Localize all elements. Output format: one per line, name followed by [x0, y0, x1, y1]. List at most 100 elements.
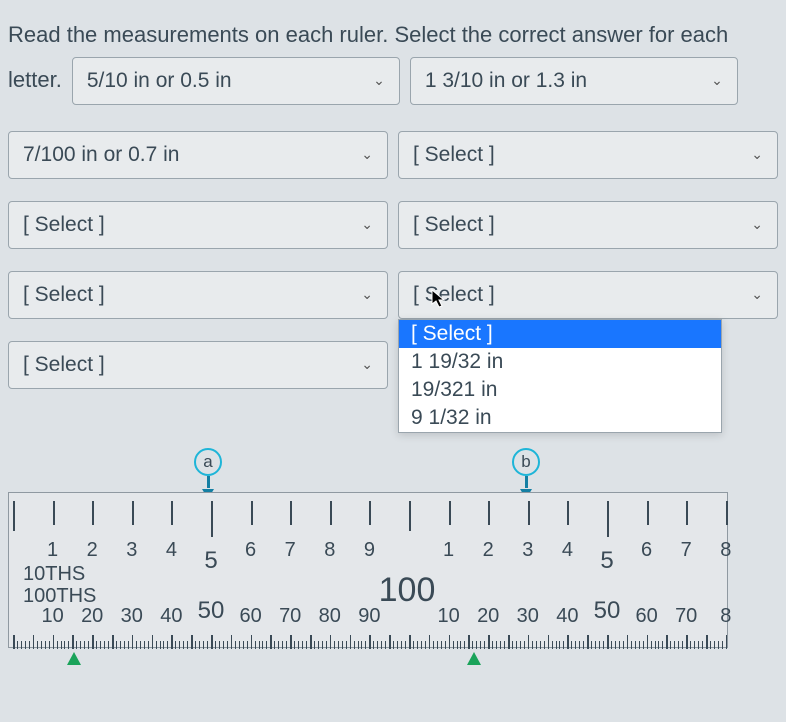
hundredths-tick: [587, 635, 589, 649]
hundredths-tick: [449, 635, 451, 649]
hundredths-tick: [662, 641, 663, 649]
tenths-label: 5: [600, 547, 613, 575]
hundredths-tick: [326, 641, 327, 649]
hundredths-tick: [413, 641, 414, 649]
select-letter-e[interactable]: [ Select ] ⌄: [8, 201, 388, 249]
hundredths-tick: [187, 641, 188, 649]
hundredths-tick: [64, 641, 65, 649]
hundredths-tick: [658, 641, 659, 649]
hundredths-tick: [239, 641, 240, 649]
tenths-label: 2: [87, 539, 98, 562]
hundredths-tick: [223, 641, 224, 649]
hundredths-label: 50: [198, 597, 225, 625]
hundredths-tick: [433, 641, 434, 649]
hundredths-tick: [132, 635, 134, 649]
select-letter-h[interactable]: [ Select ] ⌄ [ Select ] 1 19/32 in 19/32…: [398, 271, 778, 319]
tenths-tick: [607, 501, 609, 537]
hundredths-tick: [124, 641, 125, 649]
hundredths-tick: [266, 641, 267, 649]
hundredths-label: 30: [517, 605, 539, 628]
hundredths-label: 8: [720, 605, 731, 628]
hundredths-tick: [112, 635, 114, 649]
hundredths-tick: [247, 641, 248, 649]
select-option-0[interactable]: [ Select ]: [399, 320, 721, 348]
hundredths-tick: [330, 635, 332, 649]
hundredths-tick: [607, 635, 609, 649]
hundredths-tick: [611, 641, 612, 649]
hundredths-tick: [274, 641, 275, 649]
tenths-tick: [528, 501, 530, 525]
hundredths-tick: [520, 641, 521, 649]
chevron-down-icon: ⌄: [751, 286, 763, 303]
tenths-label: 4: [166, 539, 177, 562]
select-letter-c-value: 7/100 in or 0.7 in: [23, 143, 361, 167]
select-letter-h-value: [ Select ]: [413, 283, 751, 307]
scale-label-10ths: 10THS: [23, 563, 85, 586]
hundredths-tick: [136, 641, 137, 649]
hundredths-tick: [179, 641, 180, 649]
tenths-tick: [686, 501, 688, 525]
hundredths-label: 50: [594, 597, 621, 625]
hundredths-label: 60: [239, 605, 261, 628]
hundredths-tick: [575, 641, 576, 649]
hundredths-tick: [338, 641, 339, 649]
hundredths-tick: [698, 641, 699, 649]
hundredths-tick: [460, 641, 461, 649]
chevron-down-icon: ⌄: [751, 146, 763, 163]
hundredths-tick: [670, 641, 671, 649]
select-letter-f[interactable]: [ Select ] ⌄: [398, 201, 778, 249]
hundredths-tick: [140, 641, 141, 649]
hundredths-tick: [365, 641, 366, 649]
hundredths-tick: [421, 641, 422, 649]
select-letter-g[interactable]: [ Select ] ⌄: [8, 271, 388, 319]
hundredths-tick: [298, 641, 299, 649]
select-listbox[interactable]: [ Select ] 1 19/32 in 19/321 in 9 1/32 i…: [398, 319, 722, 433]
chevron-down-icon: ⌄: [361, 216, 373, 233]
tenths-tick: [449, 501, 451, 525]
select-option-2[interactable]: 19/321 in: [399, 376, 721, 404]
hundredths-tick: [552, 641, 553, 649]
tenths-tick: [290, 501, 292, 525]
hundredths-tick: [512, 641, 513, 649]
select-letter-a[interactable]: 5/10 in or 0.5 in ⌄: [72, 57, 400, 105]
hundredths-tick: [476, 641, 477, 649]
hundredths-tick: [41, 641, 42, 649]
hundredths-tick: [160, 641, 161, 649]
hundredths-tick: [13, 635, 15, 649]
hundredths-tick: [516, 641, 517, 649]
marker-a-circle: a: [194, 448, 222, 476]
hundredths-tick: [358, 641, 359, 649]
hundredths-label: 40: [160, 605, 182, 628]
tenths-label: 1: [47, 539, 58, 562]
hundredths-tick: [722, 641, 723, 649]
hundredths-label: 40: [556, 605, 578, 628]
tenths-tick: [567, 501, 569, 525]
chevron-down-icon: ⌄: [711, 71, 723, 91]
select-letter-i[interactable]: [ Select ] ⌄: [8, 341, 388, 389]
hundredths-tick: [191, 635, 193, 649]
hundredths-tick: [639, 641, 640, 649]
select-letter-d[interactable]: [ Select ] ⌄: [398, 131, 778, 179]
hundredths-tick: [397, 641, 398, 649]
select-option-1[interactable]: 1 19/32 in: [399, 348, 721, 376]
hundredths-tick: [294, 641, 295, 649]
hundredths-tick: [540, 641, 541, 649]
hundredths-tick: [484, 641, 485, 649]
hundredths-tick: [655, 641, 656, 649]
hundredths-tick: [726, 635, 728, 649]
tenths-tick: [211, 501, 213, 537]
hundredths-tick: [350, 635, 352, 649]
hundredths-tick: [674, 641, 675, 649]
hundredths-tick: [694, 641, 695, 649]
tenths-tick: [409, 501, 411, 531]
hundredths-tick: [496, 641, 497, 649]
select-letter-c[interactable]: 7/100 in or 0.7 in ⌄: [8, 131, 388, 179]
hundredths-tick: [651, 641, 652, 649]
hundredths-tick: [603, 641, 604, 649]
select-option-3[interactable]: 9 1/32 in: [399, 404, 721, 432]
select-letter-b[interactable]: 1 3/10 in or 1.3 in ⌄: [410, 57, 738, 105]
hundredths-tick: [156, 641, 157, 649]
select-letter-a-value: 5/10 in or 0.5 in: [87, 66, 373, 95]
hundredths-tick: [286, 641, 287, 649]
hundredths-tick: [167, 641, 168, 649]
